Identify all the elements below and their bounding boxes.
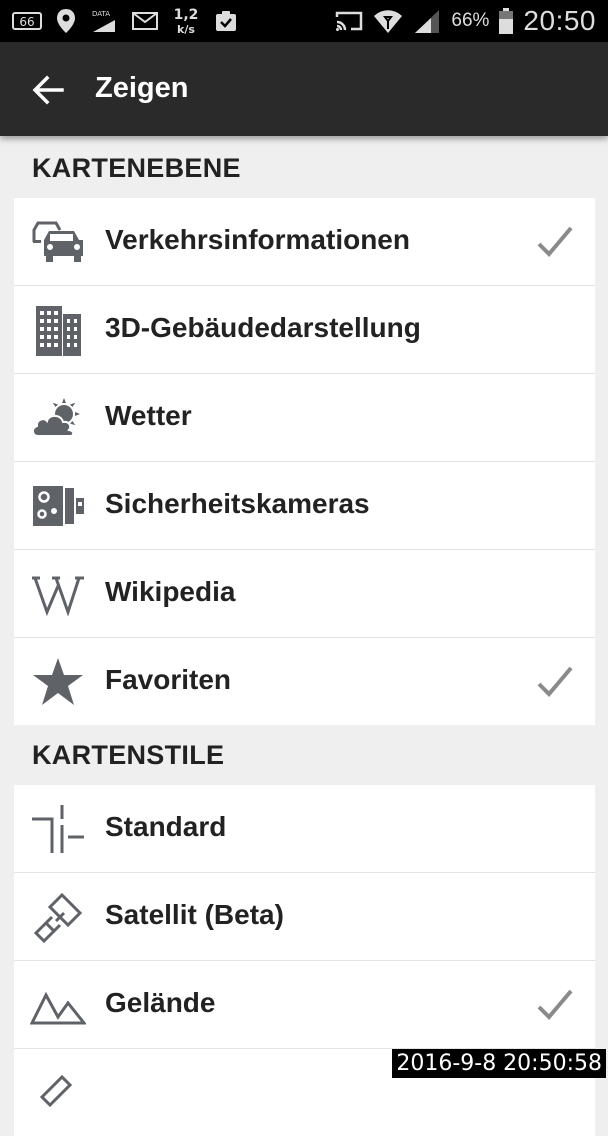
section-title-styles: KARTENSTILE <box>32 740 225 770</box>
layer-label-weather: Wetter <box>105 400 192 431</box>
data-signal-icon: DATA <box>90 8 118 34</box>
clipboard-check-icon <box>214 9 238 33</box>
status-bar-right: 66% 20:50 <box>335 5 596 36</box>
wifi-icon <box>373 7 403 35</box>
layer-label-traffic: Verkehrsinformationen <box>105 224 410 255</box>
back-arrow-icon[interactable] <box>28 70 68 110</box>
layer-item-traffic[interactable]: Verkehrsinformationen <box>14 198 595 286</box>
clock: 20:50 <box>523 5 596 36</box>
data-label: DATA <box>92 10 110 18</box>
section-title-layers: KARTENEBENE <box>32 153 241 183</box>
style-label-terrain: Gelände <box>105 987 216 1018</box>
buildings-icon <box>30 304 86 356</box>
star-icon <box>30 656 86 708</box>
status-bar: 66 DATA 1,2 k/s 66% 20:50 <box>0 0 608 42</box>
layer-item-wikipedia[interactable]: Wikipedia <box>14 550 595 638</box>
location-pin-icon <box>56 8 76 34</box>
checkmark-icon[interactable] <box>535 985 575 1025</box>
layer-item-weather[interactable]: Wetter <box>14 374 595 462</box>
cell-signal-icon <box>413 8 441 34</box>
layer-item-favorites[interactable]: Favoriten <box>14 638 595 725</box>
layer-label-speed-cameras: Sicherheitskameras <box>105 488 370 519</box>
app-bar: Zeigen <box>0 42 608 136</box>
screenshot-timestamp: 2016-9-8 20:50:58 <box>392 1049 606 1078</box>
style-item-satellite[interactable]: Satellit (Beta) <box>14 873 595 961</box>
style-item-standard[interactable]: Standard <box>14 785 595 873</box>
traffic-cars-icon <box>30 216 86 268</box>
layer-label-wikipedia: Wikipedia <box>105 576 236 607</box>
network-speed-icon: 1,2 k/s <box>172 6 200 36</box>
status-bar-left: 66 DATA 1,2 k/s <box>12 6 238 36</box>
pencil-icon <box>30 1067 86 1119</box>
layer-label-favorites: Favoriten <box>105 664 232 695</box>
battery-percent: 66% <box>451 10 490 31</box>
road-junction-icon <box>30 803 86 855</box>
style-label-satellite: Satellit (Beta) <box>105 899 284 930</box>
speed-value: 1,2 <box>174 7 199 23</box>
terrain-icon <box>30 979 86 1031</box>
mail-icon <box>132 11 158 31</box>
speed-unit: k/s <box>177 23 195 36</box>
satellite-icon <box>30 891 86 943</box>
layer-item-3d-buildings[interactable]: 3D-Gebäudedarstellung <box>14 286 595 374</box>
styles-list: Standard Satellit (Beta) Gelände <box>14 785 595 1136</box>
wikipedia-icon <box>30 568 86 620</box>
sim-66-icon: 66 <box>12 10 42 32</box>
style-label-standard: Standard <box>105 811 227 842</box>
page-title: Zeigen <box>95 72 189 104</box>
battery-icon <box>499 8 514 34</box>
cast-icon <box>335 10 363 32</box>
sim-label: 66 <box>19 15 34 29</box>
speed-camera-icon <box>30 480 86 532</box>
layers-list: Verkehrsinformationen 3D-Gebäudedarstell… <box>14 198 595 725</box>
style-item-terrain[interactable]: Gelände <box>14 961 595 1049</box>
checkmark-icon[interactable] <box>535 662 575 702</box>
layer-item-speed-cameras[interactable]: Sicherheitskameras <box>14 462 595 550</box>
layer-label-3d-buildings: 3D-Gebäudedarstellung <box>105 312 421 343</box>
weather-icon <box>30 392 86 444</box>
checkmark-icon[interactable] <box>535 222 575 262</box>
